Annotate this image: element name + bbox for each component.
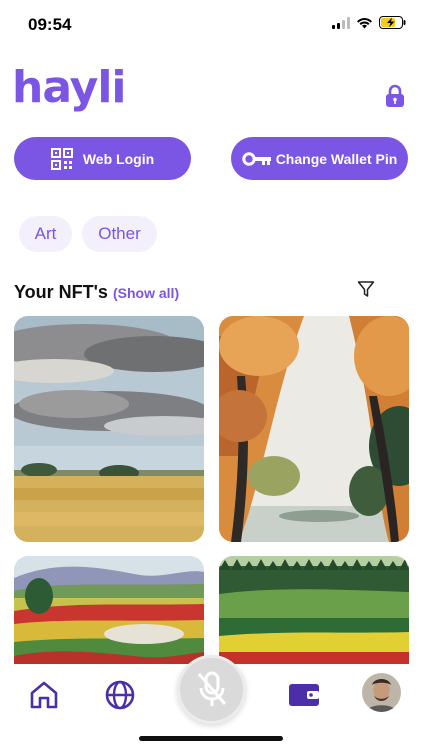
mic-off-icon bbox=[197, 671, 226, 706]
nfts-section-title: Your NFT's bbox=[14, 282, 108, 302]
nft-card-autumn-trees[interactable] bbox=[219, 316, 409, 542]
category-chip-art[interactable]: Art bbox=[19, 216, 72, 252]
qr-code-icon bbox=[50, 147, 73, 170]
avatar[interactable] bbox=[362, 673, 401, 712]
signal-icon bbox=[332, 16, 350, 29]
globe-icon[interactable] bbox=[103, 678, 137, 712]
nft-card-colorful-hills[interactable] bbox=[14, 556, 204, 676]
home-indicator bbox=[139, 736, 283, 741]
status-time: 09:54 bbox=[28, 15, 72, 34]
category-chip-other[interactable]: Other bbox=[82, 216, 157, 252]
nft-card-green-fields[interactable] bbox=[219, 556, 409, 676]
change-wallet-pin-label: Change Wallet Pin bbox=[275, 150, 398, 167]
lock-icon[interactable] bbox=[384, 84, 406, 108]
status-bar: 09:54 bbox=[0, 0, 422, 50]
web-login-label: Web Login bbox=[82, 150, 155, 167]
status-icons bbox=[332, 16, 406, 29]
battery-charging-icon bbox=[379, 16, 406, 29]
filter-icon[interactable] bbox=[357, 280, 375, 298]
wifi-icon bbox=[357, 17, 372, 28]
nft-card-cloudy-field[interactable] bbox=[14, 316, 204, 542]
app-logo: hayli bbox=[12, 62, 127, 113]
show-all-link[interactable]: (Show all) bbox=[113, 285, 179, 301]
change-wallet-pin-button[interactable]: Change Wallet Pin bbox=[231, 137, 408, 180]
web-login-button[interactable]: Web Login bbox=[14, 137, 191, 180]
mic-off-button[interactable] bbox=[177, 655, 246, 724]
wallet-icon[interactable] bbox=[287, 678, 321, 712]
home-icon[interactable] bbox=[27, 678, 61, 712]
key-icon bbox=[241, 151, 271, 166]
